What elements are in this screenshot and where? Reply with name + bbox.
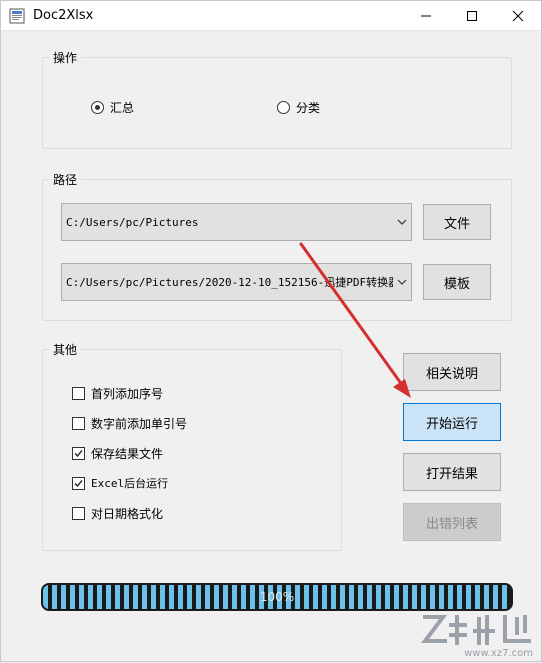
- watermark-site: www.xz7.com: [464, 648, 533, 659]
- watermark: www.xz7.com: [411, 609, 541, 661]
- red-arrow-annotation: [299, 242, 411, 398]
- app-window: Doc2Xlsx 操作 汇总 分类 路径 C:/Users/pc/Picture…: [0, 0, 542, 662]
- watermark-logo-icon: [421, 615, 531, 645]
